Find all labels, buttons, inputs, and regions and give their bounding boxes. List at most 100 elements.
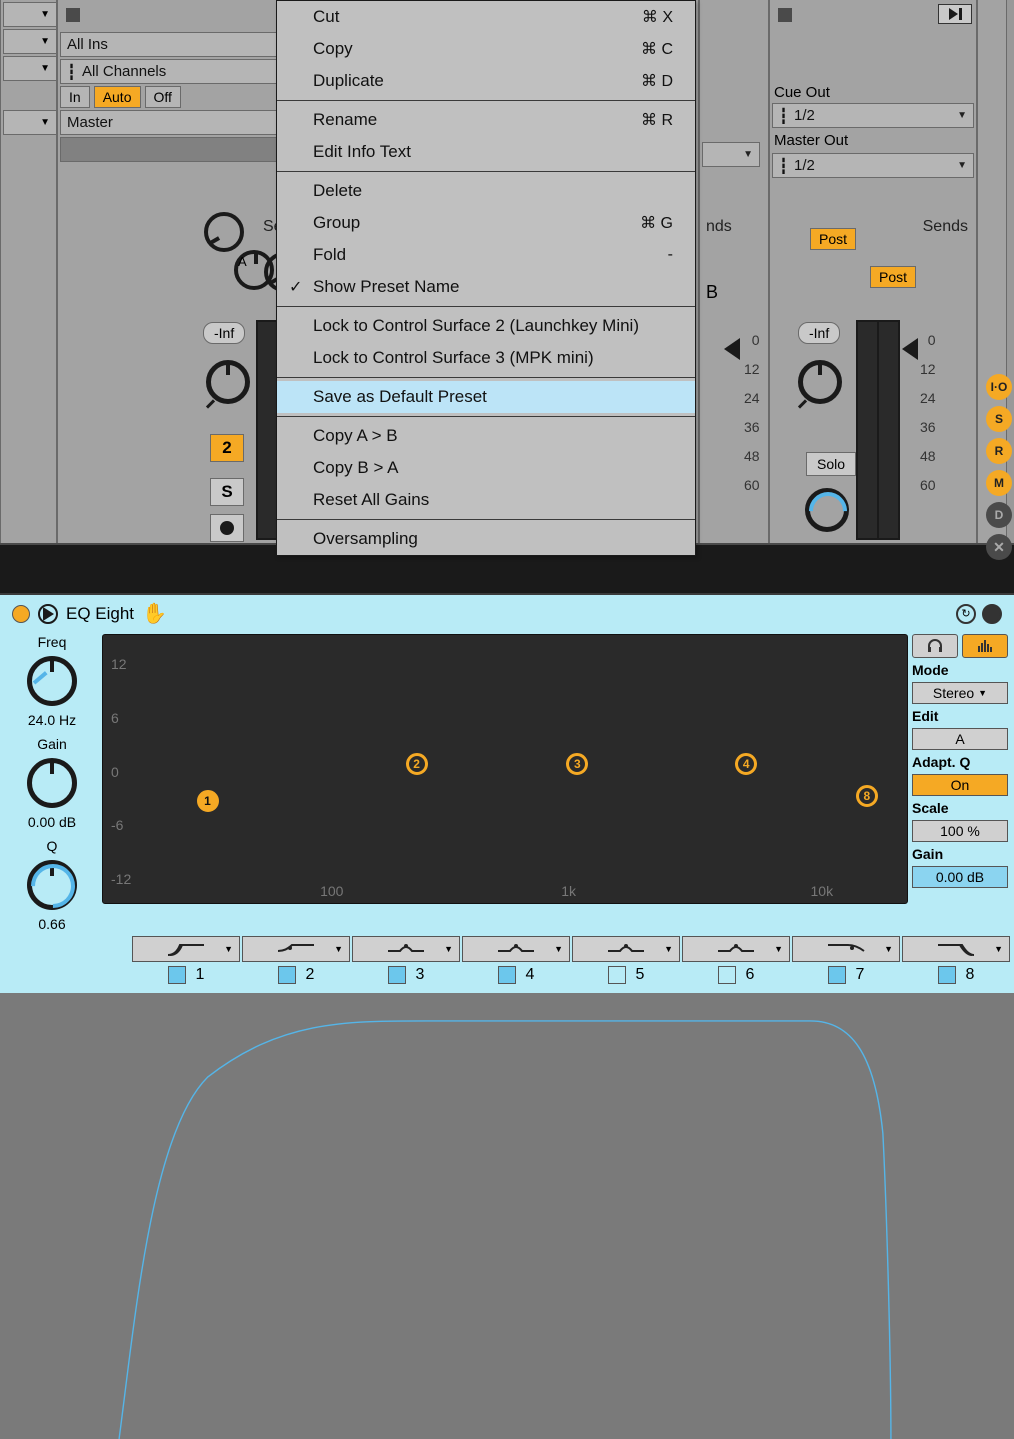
eq-node-3[interactable]: 3	[566, 753, 588, 775]
crossfade-toggle[interactable]: ✕	[986, 534, 1012, 560]
cue-out-dropdown[interactable]: ┇1/2	[772, 103, 974, 128]
master-volume-value[interactable]: -Inf	[798, 322, 840, 344]
post-b-button[interactable]: Post	[870, 266, 916, 288]
routing-dropdown[interactable]	[3, 110, 57, 135]
eq-eight-device: EQ Eight ✋ ↻ Freq 24.0 Hz Gain 0.00 dB Q…	[0, 593, 1014, 993]
mixer-toggle[interactable]: M	[986, 470, 1012, 496]
mode-dropdown[interactable]: Stereo	[912, 682, 1008, 704]
io-toggle[interactable]: I·O	[986, 374, 1012, 400]
routing-dropdown[interactable]	[3, 29, 57, 54]
menu-item-label: Group	[313, 213, 360, 233]
sends-toggle[interactable]: S	[986, 406, 1012, 432]
q-value[interactable]: 0.66	[38, 916, 65, 932]
menu-item[interactable]: Copy A > B	[277, 420, 695, 452]
master-solo-button[interactable]: Solo	[806, 452, 856, 476]
clip-stop-icon[interactable]	[66, 8, 80, 22]
adaptq-label: Adapt. Q	[912, 754, 1008, 770]
outgain-label: Gain	[912, 846, 1008, 862]
hot-swap-icon[interactable]: ↻	[956, 604, 976, 624]
menu-item[interactable]: Fold-	[277, 239, 695, 271]
menu-item-label: Edit Info Text	[313, 142, 411, 162]
freq-knob[interactable]	[27, 656, 77, 706]
routing-dropdown[interactable]	[3, 56, 57, 81]
cue-out-label: Cue Out	[770, 84, 976, 101]
eq-node-8[interactable]: 8	[856, 785, 878, 807]
gain-knob[interactable]	[27, 758, 77, 808]
volume-value[interactable]: -Inf	[203, 322, 245, 344]
adaptq-toggle[interactable]: On	[912, 774, 1008, 796]
y-tick: 0	[111, 764, 119, 780]
menu-item[interactable]: Lock to Control Surface 3 (MPK mini)	[277, 342, 695, 374]
delay-toggle[interactable]: D	[986, 502, 1012, 528]
input-channel-label: All Channels	[82, 63, 166, 80]
output-dropdown[interactable]	[702, 142, 760, 167]
menu-item[interactable]: Group⌘ G	[277, 207, 695, 239]
play-all-button[interactable]	[938, 4, 972, 24]
post-a-button[interactable]: Post	[810, 228, 856, 250]
cue-volume-knob[interactable]	[805, 488, 849, 532]
pan-knob[interactable]	[206, 360, 250, 404]
spectrum-button[interactable]	[962, 634, 1008, 658]
send-a-knob[interactable]	[204, 212, 244, 252]
band-type-dropdown-5[interactable]	[572, 936, 680, 962]
menu-item[interactable]: Duplicate⌘ D	[277, 65, 695, 97]
band-type-dropdown-1[interactable]	[132, 936, 240, 962]
master-pan-knob[interactable]	[798, 360, 842, 404]
menu-item[interactable]: Oversampling	[277, 523, 695, 555]
menu-item[interactable]: Copy⌘ C	[277, 33, 695, 65]
track-activator-button[interactable]: 2	[210, 434, 244, 462]
band-type-dropdown-6[interactable]	[682, 936, 790, 962]
audition-button[interactable]	[912, 634, 958, 658]
scale-value[interactable]: 100 %	[912, 820, 1008, 842]
menu-item[interactable]: Rename⌘ R	[277, 104, 695, 136]
band-type-dropdown-3[interactable]	[352, 936, 460, 962]
menu-item[interactable]: Save as Default Preset	[277, 381, 695, 413]
menu-item[interactable]: Show Preset Name	[277, 271, 695, 303]
solo-button[interactable]: S	[210, 478, 244, 506]
band-enable-8[interactable]: 8	[902, 966, 1010, 984]
eq-node-4[interactable]: 4	[735, 753, 757, 775]
q-label: Q	[47, 838, 58, 854]
band-type-dropdown-2[interactable]	[242, 936, 350, 962]
band-type-dropdown-4[interactable]	[462, 936, 570, 962]
eq-graph[interactable]: 1260-6-121001k10k12348	[102, 634, 908, 904]
menu-item[interactable]: Lock to Control Surface 2 (Launchkey Min…	[277, 310, 695, 342]
menu-item[interactable]: Delete	[277, 175, 695, 207]
menu-item[interactable]: Copy B > A	[277, 452, 695, 484]
gain-value[interactable]: 0.00 dB	[28, 814, 76, 830]
eq-node-1[interactable]: 1	[197, 790, 219, 812]
monitor-in-button[interactable]: In	[60, 86, 90, 108]
save-preset-icon[interactable]	[982, 604, 1002, 624]
eq-node-2[interactable]: 2	[406, 753, 428, 775]
menu-item-label: Lock to Control Surface 3 (MPK mini)	[313, 348, 594, 368]
band-type-dropdown-8[interactable]	[902, 936, 1010, 962]
menu-item[interactable]: Edit Info Text	[277, 136, 695, 168]
eq-global-controls: Mode Stereo Edit A Adapt. Q On Scale 100…	[912, 634, 1008, 932]
device-activator-icon[interactable]	[12, 605, 30, 623]
fader-handle-icon[interactable]	[902, 338, 918, 360]
menu-item-label: Copy B > A	[313, 458, 399, 478]
arm-button[interactable]	[210, 514, 244, 542]
filter-highshelf-icon	[826, 941, 866, 957]
device-play-icon[interactable]	[38, 604, 58, 624]
monitor-auto-button[interactable]: Auto	[94, 86, 141, 108]
master-out-dropdown[interactable]: ┇1/2	[772, 153, 974, 178]
menu-item[interactable]: Reset All Gains	[277, 484, 695, 516]
q-knob[interactable]	[27, 860, 77, 910]
menu-separator	[277, 306, 695, 307]
routing-dropdown[interactable]	[3, 2, 57, 27]
menu-item[interactable]: Cut⌘ X	[277, 1, 695, 33]
x-tick: 100	[320, 883, 343, 899]
device-title-bar[interactable]: EQ Eight ✋ ↻	[2, 597, 1012, 630]
track-partial: nds B 01224364860	[699, 0, 769, 543]
returns-toggle[interactable]: R	[986, 438, 1012, 464]
clip-stop-icon[interactable]	[778, 8, 792, 22]
outgain-value[interactable]: 0.00 dB	[912, 866, 1008, 888]
edit-select[interactable]: A	[912, 728, 1008, 750]
freq-value[interactable]: 24.0 Hz	[28, 712, 76, 728]
fader-handle-icon[interactable]	[724, 338, 740, 360]
band-type-dropdown-7[interactable]	[792, 936, 900, 962]
monitor-off-button[interactable]: Off	[145, 86, 181, 108]
master-track: Cue Out ┇1/2 Master Out ┇1/2 Sends Post …	[769, 0, 977, 543]
menu-separator	[277, 100, 695, 101]
